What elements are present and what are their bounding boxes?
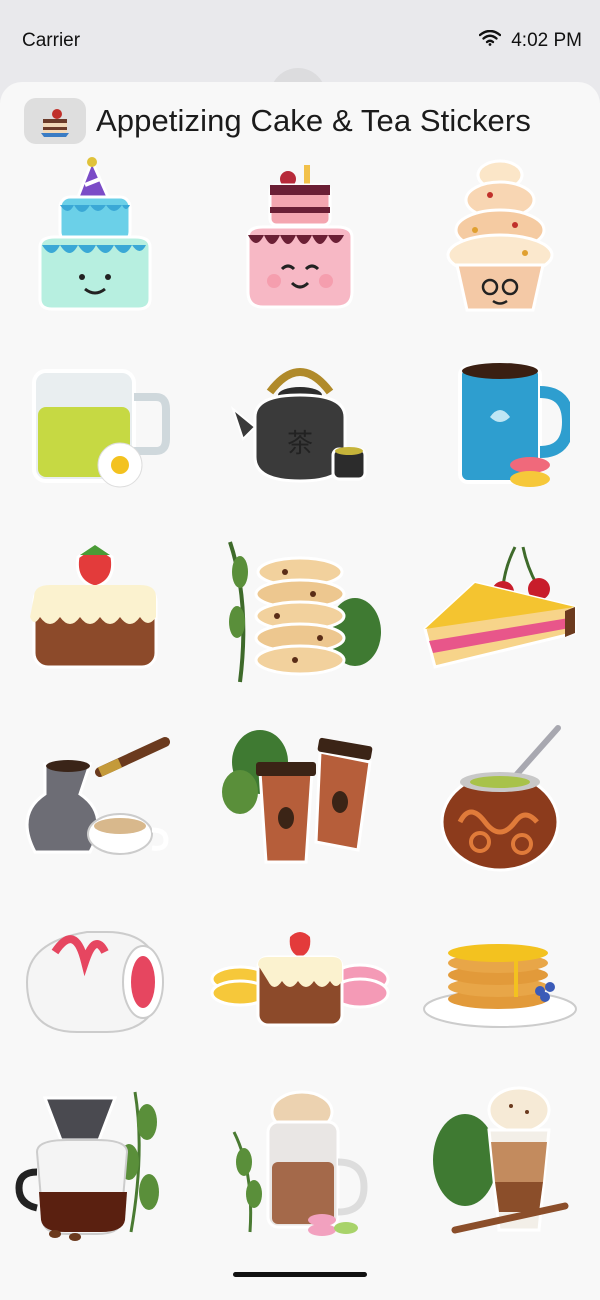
carrier-label: Carrier [22, 30, 81, 51]
sticker-sheet: Appetizing Cake & Tea Stickers 茶 [0, 82, 600, 1300]
black-teapot-sticker[interactable]: 茶 [210, 342, 390, 512]
cookie-stack-sticker[interactable] [210, 527, 390, 697]
sheet-header: Appetizing Cake & Tea Stickers [24, 98, 531, 144]
coffee-pour-over-sticker[interactable] [5, 1077, 185, 1247]
tiered-cupcake-sticker[interactable] [410, 152, 590, 322]
status-right: 4:02 PM [479, 29, 582, 52]
coffee-cups-to-go-sticker[interactable] [210, 712, 390, 882]
page-title: Appetizing Cake & Tea Stickers [96, 103, 531, 138]
clock-time: 4:02 PM [511, 30, 582, 51]
cherry-cake-slice-sticker[interactable] [410, 527, 590, 697]
blue-mug-macarons-sticker[interactable] [410, 342, 590, 512]
latte-glass-sticker[interactable] [210, 1077, 390, 1247]
pancake-stack-sticker[interactable] [410, 897, 590, 1067]
iced-coffee-sticker[interactable] [410, 1077, 590, 1247]
pink-cherry-cake-sticker[interactable] [210, 152, 390, 322]
party-hat-cake-sticker[interactable] [5, 152, 185, 322]
strawberry-cake-sticker[interactable] [5, 527, 185, 697]
cake-app-icon [24, 98, 86, 144]
turkish-coffee-sticker[interactable] [5, 712, 185, 882]
svg-text:茶: 茶 [287, 429, 313, 459]
home-indicator[interactable] [233, 1272, 367, 1277]
swiss-roll-sticker[interactable] [5, 897, 185, 1067]
wifi-icon [479, 29, 502, 52]
green-tea-glass-sticker[interactable] [5, 342, 185, 512]
mate-gourd-sticker[interactable] [410, 712, 590, 882]
cake-and-macarons-sticker[interactable] [210, 897, 390, 1067]
